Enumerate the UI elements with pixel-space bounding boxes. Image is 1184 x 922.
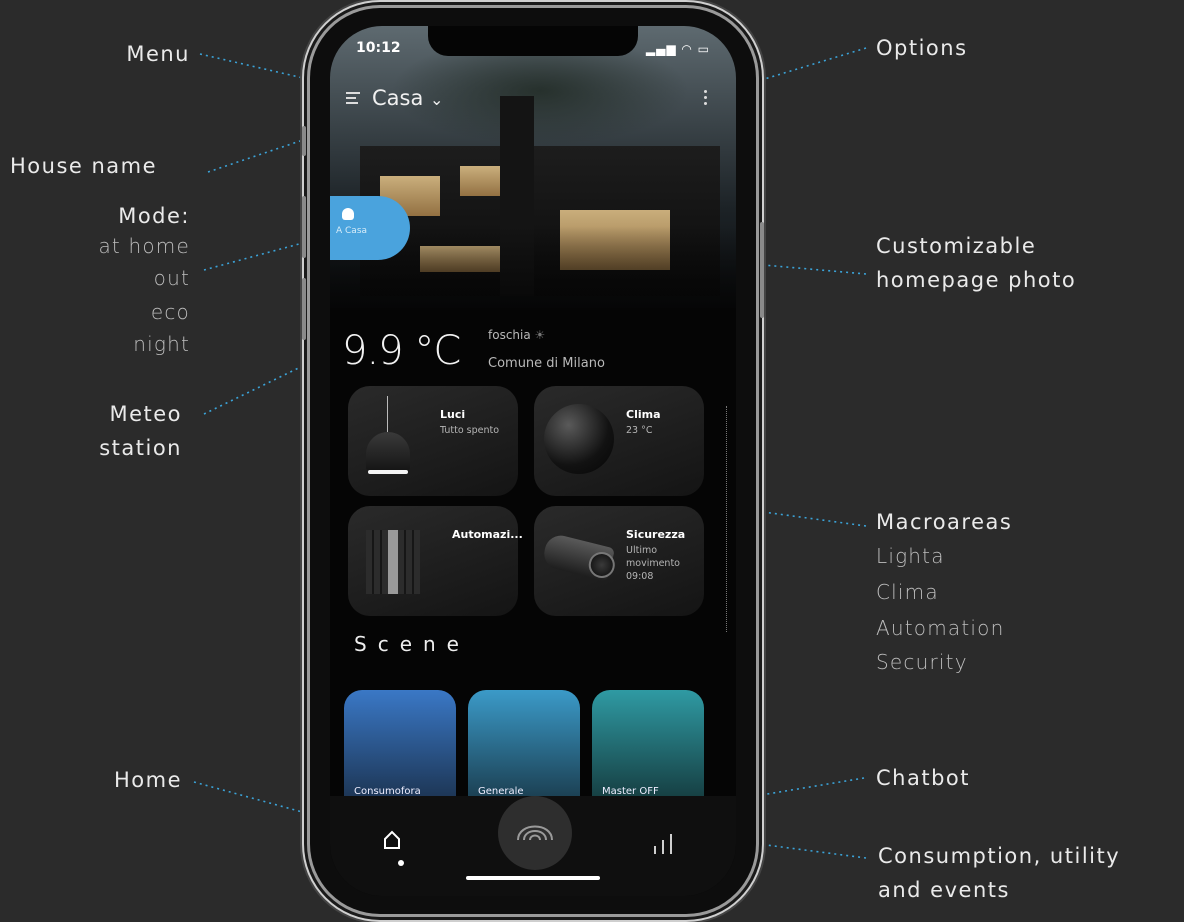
- home-indicator: [466, 876, 600, 880]
- scroll-indicator: [726, 406, 727, 632]
- tile-title: Clima: [626, 408, 661, 421]
- active-tab-dot: [398, 860, 404, 866]
- mode-annotation-item: out: [153, 266, 190, 290]
- person-icon: [342, 208, 354, 220]
- scene-section-title: Scene: [354, 632, 470, 656]
- weather-location: Comune di Milano: [488, 356, 605, 371]
- thermostat-icon: [544, 404, 614, 474]
- bar-chart-icon[interactable]: [652, 834, 676, 854]
- weather-condition: foschia ☀: [488, 328, 546, 342]
- mode-annotation-item: at home: [98, 234, 190, 258]
- menu-icon[interactable]: [346, 92, 360, 107]
- macroareas-annotation-item: Security: [876, 650, 968, 674]
- volume-up-button: [302, 196, 306, 258]
- meteo-annotation: station: [99, 436, 182, 460]
- shutter-icon: [366, 530, 420, 594]
- options-icon[interactable]: [704, 90, 708, 108]
- house-name-label: Casa: [372, 86, 424, 110]
- homepage-photo[interactable]: [330, 26, 736, 346]
- chatbot-annotation: Chatbot: [876, 766, 970, 790]
- macroareas-annotation-title: Macroareas: [876, 510, 1013, 534]
- macroarea-tile-clima[interactable]: Clima 23 °C: [534, 386, 704, 496]
- photo-annotation: Customizable: [876, 234, 1037, 258]
- mode-annotation-title: Mode:: [118, 204, 190, 228]
- mode-button[interactable]: A Casa: [330, 196, 410, 260]
- camera-icon: [540, 532, 618, 582]
- tile-title: Sicurezza: [626, 528, 686, 541]
- meteo-annotation: Meteo: [109, 402, 182, 426]
- macroareas-annotation-item: Clima: [876, 580, 939, 604]
- chatbot-icon: [517, 825, 553, 841]
- consumption-annotation: Consumption, utility: [878, 844, 1121, 868]
- house-name-annotation: House name: [10, 154, 158, 178]
- mode-label: A Casa: [336, 226, 368, 236]
- tile-title: Automazi...: [452, 528, 523, 541]
- phone-mockup: 10:12 ▂▄▆ ◠ ▭ Casa ⌄ A Casa 9.9 °C fosch…: [302, 8, 764, 914]
- mode-annotation-item: eco: [150, 300, 190, 324]
- macroarea-tile-sicurezza[interactable]: Sicurezza Ultimo movimento 09:08: [534, 506, 704, 616]
- home-annotation: Home: [113, 768, 182, 792]
- app-screen: 10:12 ▂▄▆ ◠ ▭ Casa ⌄ A Casa 9.9 °C fosch…: [330, 26, 736, 896]
- power-button: [760, 222, 764, 318]
- options-annotation: Options: [876, 36, 968, 60]
- volume-down-button: [302, 278, 306, 340]
- mute-switch: [302, 126, 306, 156]
- home-icon[interactable]: [382, 830, 402, 850]
- chevron-down-icon: ⌄: [430, 90, 444, 109]
- notch: [428, 26, 638, 56]
- tile-subtitle: 23 °C: [626, 425, 653, 436]
- house-name-selector[interactable]: Casa ⌄: [372, 86, 443, 110]
- macroarea-tile-luci[interactable]: Luci Tutto spento: [348, 386, 518, 496]
- lamp-icon: [360, 396, 416, 486]
- status-time: 10:12: [356, 40, 401, 56]
- macroareas-annotation-item: Automation: [876, 616, 1005, 640]
- mode-annotation-item: night: [133, 332, 190, 356]
- tile-subtitle: Tutto spento: [440, 425, 500, 436]
- app-bar: Casa ⌄: [346, 86, 720, 116]
- menu-annotation: Menu: [126, 42, 190, 66]
- photo-annotation: homepage photo: [876, 268, 1077, 292]
- tile-subtitle: Ultimo movimento 09:08: [626, 545, 680, 582]
- macroareas-annotation-item: Lighta: [876, 544, 945, 568]
- macroarea-tile-automazioni[interactable]: Automazi...: [348, 506, 523, 616]
- temperature: 9.9 °C: [342, 328, 461, 374]
- signal-wifi-battery-icon: ▂▄▆ ◠ ▭: [645, 42, 710, 56]
- tile-title: Luci: [440, 408, 466, 421]
- consumption-annotation: and events: [878, 878, 1010, 902]
- chatbot-button[interactable]: [498, 796, 572, 870]
